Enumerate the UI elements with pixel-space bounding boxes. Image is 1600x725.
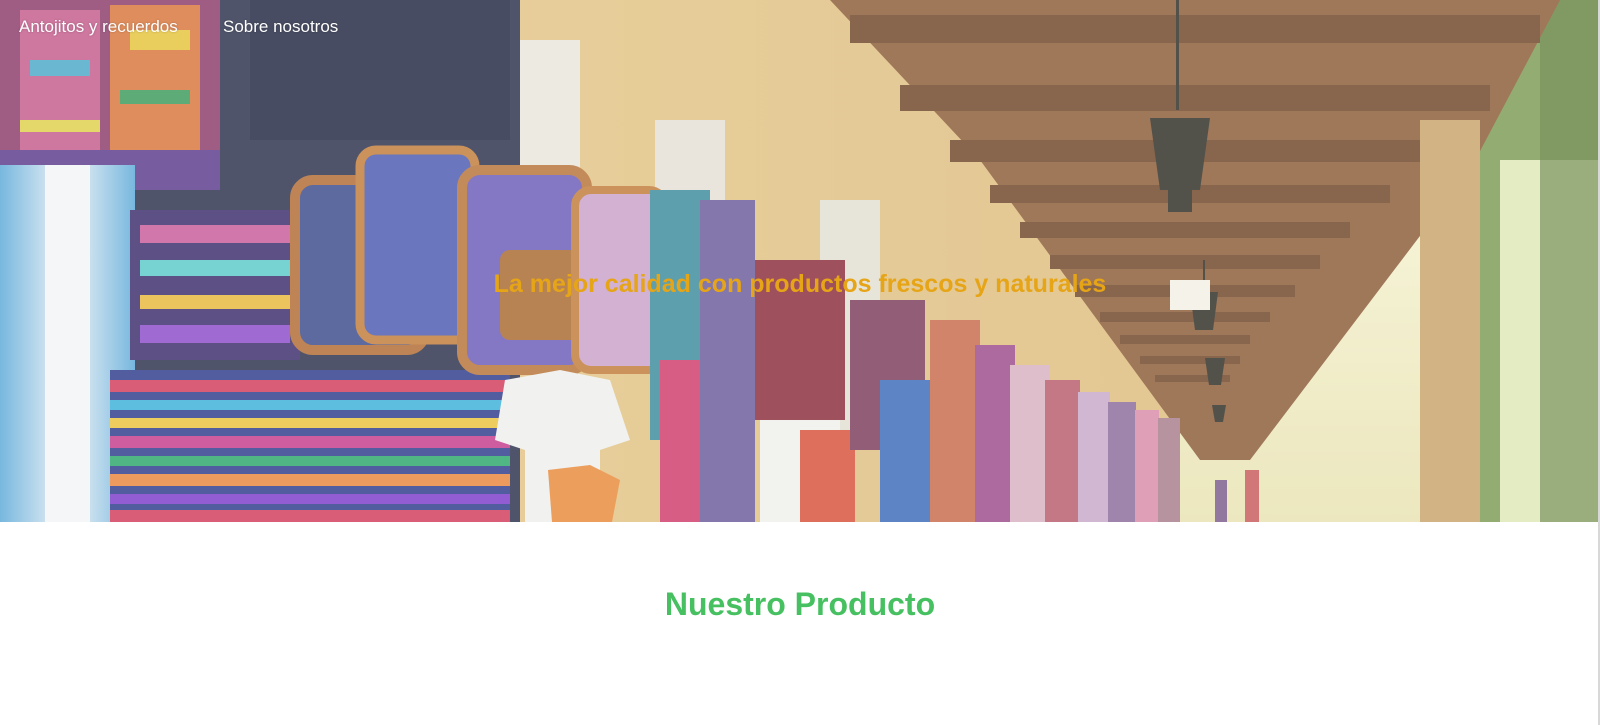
product-section: Nuestro Producto bbox=[0, 522, 1600, 725]
section-title-nuestro-producto: Nuestro Producto bbox=[664, 586, 936, 622]
page: Antojitos y recuerdos Sobre nosotros La … bbox=[0, 0, 1600, 725]
hero-tagline: La mejor calidad con productos frescos y… bbox=[493, 270, 1107, 298]
top-navigation: Antojitos y recuerdos Sobre nosotros bbox=[0, 0, 1600, 54]
hero-image-overlay bbox=[0, 0, 1600, 522]
nav-link-antojitos-y-recuerdos[interactable]: Antojitos y recuerdos bbox=[19, 17, 178, 37]
hero-banner: Antojitos y recuerdos Sobre nosotros La … bbox=[0, 0, 1600, 522]
nav-link-sobre-nosotros[interactable]: Sobre nosotros bbox=[223, 17, 338, 37]
